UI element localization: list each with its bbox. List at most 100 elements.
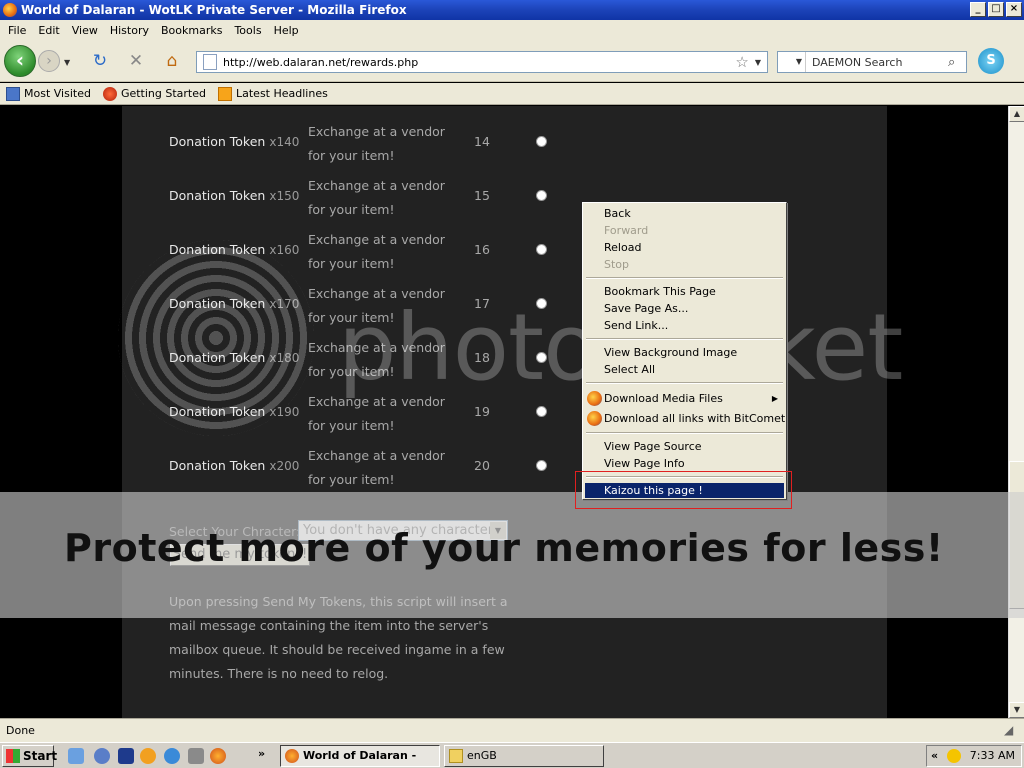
status-bar: Done ◢ xyxy=(0,718,1024,742)
menu-file[interactable]: File xyxy=(2,24,32,37)
reward-radio[interactable] xyxy=(536,406,547,417)
reward-radio[interactable] xyxy=(536,460,547,471)
ctx-send-link[interactable]: Send Link... xyxy=(604,319,668,332)
stop-icon[interactable]: ✕ xyxy=(126,51,146,71)
ctx-view-source[interactable]: View Page Source xyxy=(604,440,702,453)
reward-radio[interactable] xyxy=(536,190,547,201)
quicklaunch-media-icon[interactable] xyxy=(118,748,134,764)
scroll-down-button[interactable]: ▼ xyxy=(1009,702,1024,718)
history-dropdown-icon[interactable]: ▼ xyxy=(64,58,70,67)
ctx-select-all[interactable]: Select All xyxy=(604,363,655,376)
reward-radio[interactable] xyxy=(536,352,547,363)
firefox-icon xyxy=(3,3,17,17)
ctx-bookmark-page[interactable]: Bookmark This Page xyxy=(604,285,716,298)
reward-radio[interactable] xyxy=(536,298,547,309)
maximize-button[interactable]: □ xyxy=(988,2,1004,17)
character-select-value: You don't have any characters xyxy=(303,523,500,538)
folder-icon xyxy=(6,86,20,101)
character-select[interactable]: You don't have any characters ▼ xyxy=(298,520,508,541)
forward-button[interactable]: › xyxy=(38,50,60,72)
reward-radio[interactable] xyxy=(536,244,547,255)
reward-cost: 20 xyxy=(474,458,490,473)
menu-bar: File Edit View History Bookmarks Tools H… xyxy=(0,20,1024,40)
menu-edit[interactable]: Edit xyxy=(32,24,65,37)
tray-expand-icon[interactable]: « xyxy=(931,749,938,762)
quicklaunch-app-icon[interactable] xyxy=(140,748,156,764)
send-tokens-button[interactable]: Send me my tokens! xyxy=(170,544,310,566)
reward-name: Donation Token x170 xyxy=(169,296,300,311)
bookmark-star-icon[interactable]: ☆ xyxy=(735,53,748,71)
task-firefox[interactable]: World of Dalaran - Wo... xyxy=(280,745,440,767)
folder-icon xyxy=(449,749,463,763)
start-label: Start xyxy=(23,749,58,763)
quicklaunch-firefox-icon[interactable] xyxy=(210,748,226,764)
search-input[interactable]: DAEMON Search xyxy=(806,56,948,69)
reload-icon[interactable]: ↻ xyxy=(90,51,110,71)
back-button[interactable]: ‹ xyxy=(4,45,36,77)
bookmark-latest-headlines[interactable]: Latest Headlines xyxy=(218,86,328,101)
menu-divider xyxy=(586,382,783,384)
window-title: World of Dalaran - WotLK Private Server … xyxy=(21,3,407,17)
quicklaunch-bs-icon[interactable] xyxy=(94,748,110,764)
start-button[interactable]: Start xyxy=(2,745,58,767)
quicklaunch-more-icon[interactable]: » xyxy=(258,747,265,760)
reward-cost: 15 xyxy=(474,188,490,203)
reward-cost: 17 xyxy=(474,296,490,311)
menu-divider xyxy=(586,432,783,434)
reward-cost: 14 xyxy=(474,134,490,149)
ctx-kaizou-page[interactable]: Kaizou this page ! xyxy=(585,483,784,498)
search-engine-dropdown-icon[interactable]: ▼ xyxy=(778,52,806,72)
tray-app-icon[interactable] xyxy=(947,749,961,763)
ctx-forward[interactable]: Forward xyxy=(604,224,648,237)
vertical-scrollbar[interactable]: ▲ ▼ xyxy=(1008,106,1024,718)
reward-radio[interactable] xyxy=(536,136,547,147)
reward-name: Donation Token x180 xyxy=(169,350,300,365)
submenu-arrow-icon: ▶ xyxy=(771,394,778,403)
character-select-label: Select Your Chracter: xyxy=(169,524,301,539)
address-bar[interactable]: http://web.dalaran.net/rewards.php ☆ ▼ xyxy=(196,51,768,73)
minimize-button[interactable]: _ xyxy=(970,2,986,17)
ctx-download-bitcomet[interactable]: Download all links with BitComet xyxy=(604,412,785,425)
ctx-view-page-info[interactable]: View Page Info xyxy=(604,457,685,470)
reward-cost: 18 xyxy=(474,350,490,365)
reward-row: Donation Token x140 Exchange at a vendor … xyxy=(122,106,887,163)
scroll-thumb[interactable] xyxy=(1009,461,1024,609)
home-icon[interactable]: ⌂ xyxy=(162,51,182,71)
menu-tools[interactable]: Tools xyxy=(228,24,267,37)
reward-name: Donation Token x150 xyxy=(169,188,300,203)
bookmark-getting-started[interactable]: Getting Started xyxy=(102,86,206,101)
close-button[interactable]: × xyxy=(1006,2,1022,17)
bitcomet-icon xyxy=(587,411,602,426)
skype-icon[interactable]: S xyxy=(978,48,1004,74)
ctx-save-page[interactable]: Save Page As... xyxy=(604,302,688,315)
ctx-kaizou-label: Kaizou this page ! xyxy=(604,484,703,497)
menu-help[interactable]: Help xyxy=(268,24,305,37)
search-bar[interactable]: ▼ DAEMON Search ⌕ xyxy=(777,51,967,73)
clock: 7:33 AM xyxy=(969,749,1015,762)
ctx-back[interactable]: Back xyxy=(604,207,631,220)
search-icon[interactable]: ⌕ xyxy=(948,55,966,70)
navigation-toolbar: ‹ › ▼ ↻ ✕ ⌂ http://web.dalaran.net/rewar… xyxy=(0,40,1024,82)
menu-history[interactable]: History xyxy=(104,24,155,37)
bookmark-most-visited[interactable]: Most Visited xyxy=(6,86,91,101)
menu-bookmarks[interactable]: Bookmarks xyxy=(155,24,228,37)
reward-name: Donation Token x160 xyxy=(169,242,300,257)
system-tray: « 7:33 AM xyxy=(926,745,1022,767)
task-folder[interactable]: enGB xyxy=(444,745,604,767)
ctx-stop[interactable]: Stop xyxy=(604,258,629,271)
context-menu: Back Forward Reload Stop Bookmark This P… xyxy=(582,202,787,500)
quicklaunch-desktop-icon[interactable] xyxy=(68,748,84,764)
resize-grip-icon[interactable]: ◢ xyxy=(1004,723,1020,739)
reward-name: Donation Token x140 xyxy=(169,134,300,149)
ctx-reload[interactable]: Reload xyxy=(604,241,641,254)
chevron-down-icon[interactable]: ▼ xyxy=(490,522,506,539)
quicklaunch-calc-icon[interactable] xyxy=(188,748,204,764)
menu-view[interactable]: View xyxy=(66,24,104,37)
scroll-up-button[interactable]: ▲ xyxy=(1009,106,1024,122)
url-input[interactable]: http://web.dalaran.net/rewards.php xyxy=(223,56,735,69)
reward-cost: 16 xyxy=(474,242,490,257)
quicklaunch-ie-icon[interactable] xyxy=(164,748,180,764)
ctx-view-background[interactable]: View Background Image xyxy=(604,346,737,359)
ctx-download-media[interactable]: Download Media Files xyxy=(604,392,723,405)
url-dropdown-icon[interactable]: ▼ xyxy=(755,58,761,67)
